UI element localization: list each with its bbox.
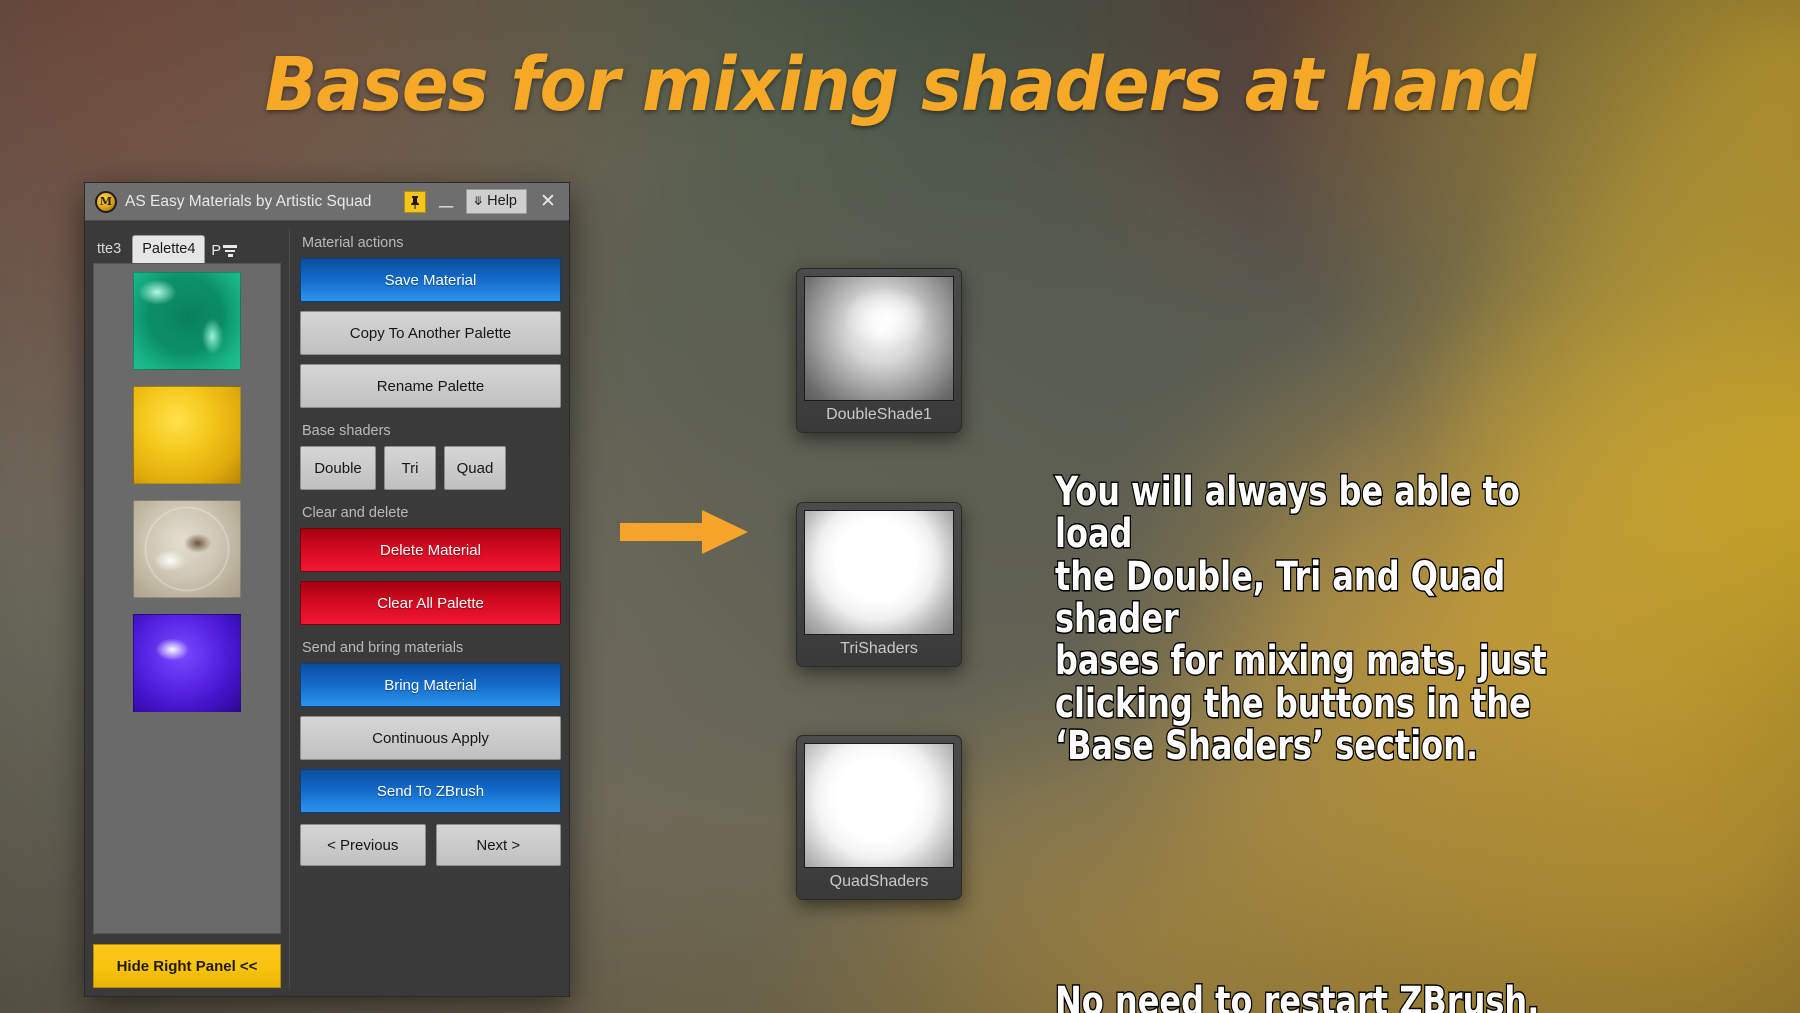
delete-material-button[interactable]: Delete Material — [300, 528, 561, 572]
base-shader-tri-button[interactable]: Tri — [384, 446, 436, 490]
group-label-base-shaders: Base shaders — [302, 423, 391, 439]
shader-card-quadshaders[interactable]: QuadShaders — [796, 735, 962, 900]
shader-preview-doubleshade1 — [804, 276, 954, 401]
purple-material-thumbnail[interactable] — [133, 614, 241, 712]
actions-panel: Material actions Save Material Copy To A… — [289, 229, 561, 988]
hide-right-panel-button[interactable]: Hide Right Panel << — [93, 944, 281, 988]
previous-button[interactable]: < Previous — [300, 824, 426, 866]
window-titlebar: AS Easy Materials by Artistic Squad ─ ⤋ … — [85, 183, 569, 221]
group-label-material-actions: Material actions — [302, 235, 404, 251]
rename-palette-button[interactable]: Rename Palette — [300, 364, 561, 408]
sphere-icon — [805, 277, 953, 400]
callout-spacer-1 — [1055, 852, 1567, 896]
group-label-send-and-bring: Send and bring materials — [302, 640, 464, 656]
shader-caption-trishaders: TriShaders — [840, 640, 918, 657]
pagination-row: < Previous Next > — [300, 824, 561, 866]
pin-icon[interactable] — [404, 190, 427, 213]
send-to-zbrush-button[interactable]: Send To ZBrush — [300, 769, 561, 813]
green-material-thumbnail[interactable] — [133, 272, 241, 370]
minimize-icon[interactable]: ─ — [434, 191, 458, 217]
chevron-down-icon: ⤋ — [473, 194, 484, 208]
overflow-bars-icon — [223, 245, 238, 257]
callout-paragraph-1: You will always be able to load the Doub… — [1054, 468, 1548, 770]
app-window: AS Easy Materials by Artistic Squad ─ ⤋ … — [84, 182, 570, 997]
shader-preview-trishaders — [804, 510, 954, 635]
help-button[interactable]: ⤋ Help — [466, 189, 527, 214]
shader-card-trishaders[interactable]: TriShaders — [796, 502, 962, 667]
tab-palette-next-label: P — [211, 243, 222, 259]
tab-palette3[interactable]: tte3 — [97, 236, 130, 263]
clear-all-palette-button[interactable]: Clear All Palette — [300, 581, 561, 625]
save-material-button[interactable]: Save Material — [300, 258, 561, 302]
bring-material-button[interactable]: Bring Material — [300, 663, 561, 707]
base-shader-quad-button[interactable]: Quad — [444, 446, 506, 490]
page-title: Bases for mixing shaders at hand — [264, 42, 1536, 128]
close-icon[interactable]: ✕ — [535, 189, 561, 215]
callout-paragraph-2: No need to restart ZBrush. — [1054, 979, 1541, 1013]
orange-arrow-icon — [620, 510, 748, 554]
sphere-icon — [805, 511, 953, 634]
help-button-label: Help — [487, 193, 517, 209]
glass-material-thumbnail[interactable] — [133, 500, 241, 598]
material-thumbnail-list[interactable] — [93, 263, 281, 934]
palette-tabs: tte3 Palette4 P — [93, 229, 281, 263]
continuous-apply-button[interactable]: Continuous Apply — [300, 716, 561, 760]
group-label-clear-and-delete: Clear and delete — [302, 505, 409, 521]
shader-card-doubleshade1[interactable]: DoubleShade1 — [796, 268, 962, 433]
window-body: tte3 Palette4 P Hide Right Panel << Mate… — [85, 221, 569, 996]
yellow-material-thumbnail[interactable] — [133, 386, 241, 484]
tabs-overflow-icon[interactable]: P — [207, 239, 241, 263]
app-logo-icon — [95, 190, 117, 213]
shader-caption-quadshaders: QuadShaders — [829, 873, 929, 890]
palette-column: tte3 Palette4 P Hide Right Panel << — [93, 229, 281, 988]
shader-caption-doubleshade1: DoubleShade1 — [826, 406, 932, 423]
base-shaders-row: Double Tri Quad — [300, 446, 561, 490]
copy-to-another-palette-button[interactable]: Copy To Another Palette — [300, 311, 561, 355]
sphere-icon — [805, 744, 953, 867]
tab-palette4[interactable]: Palette4 — [132, 235, 206, 263]
next-button[interactable]: Next > — [435, 824, 561, 866]
base-shader-double-button[interactable]: Double — [300, 446, 376, 490]
callout-text: You will always be able to load the Doub… — [1054, 386, 1567, 1013]
shader-preview-quadshaders — [804, 743, 954, 868]
window-title: AS Easy Materials by Artistic Squad — [125, 192, 372, 210]
